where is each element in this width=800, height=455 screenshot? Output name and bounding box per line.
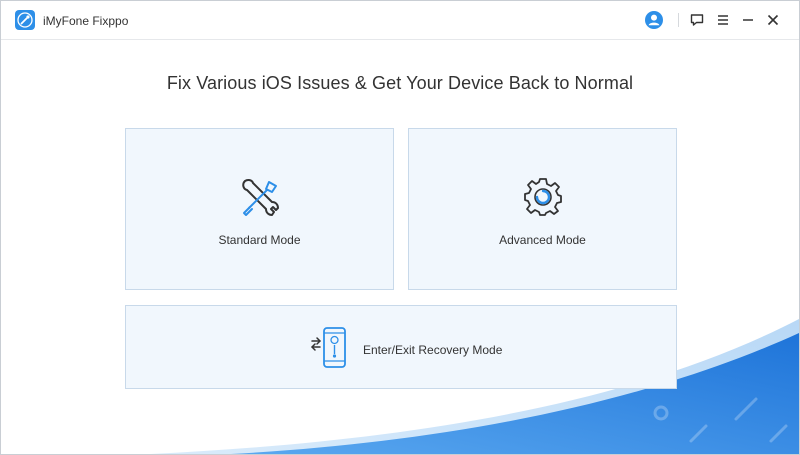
close-icon[interactable] <box>763 10 783 30</box>
phone-recovery-icon <box>311 327 346 368</box>
app-title: iMyFone Fixppo <box>43 14 129 28</box>
standard-mode-card[interactable]: Standard Mode <box>125 128 394 290</box>
page-heading: Fix Various iOS Issues & Get Your Device… <box>166 73 634 93</box>
minimize-icon[interactable] <box>738 10 758 30</box>
user-account-icon[interactable] <box>644 10 664 30</box>
app-window: iMyFone Fixppo Fix Various iOS Issues & … <box>0 0 800 455</box>
advanced-mode-card[interactable]: Advanced Mode <box>408 128 677 290</box>
wrench-screwdriver-icon <box>242 178 279 216</box>
hamburger-menu-icon[interactable] <box>713 10 733 30</box>
titlebar-divider <box>678 13 679 27</box>
recovery-mode-label: Enter/Exit Recovery Mode <box>363 343 503 357</box>
advanced-mode-label: Advanced Mode <box>499 233 586 247</box>
standard-mode-label: Standard Mode <box>218 233 301 247</box>
recovery-mode-card[interactable]: Enter/Exit Recovery Mode <box>125 305 677 389</box>
feedback-chat-icon[interactable] <box>687 10 707 30</box>
title-bar: iMyFone Fixppo <box>1 1 799 40</box>
wrench-logo-icon <box>15 10 35 30</box>
gear-icon <box>524 178 562 216</box>
